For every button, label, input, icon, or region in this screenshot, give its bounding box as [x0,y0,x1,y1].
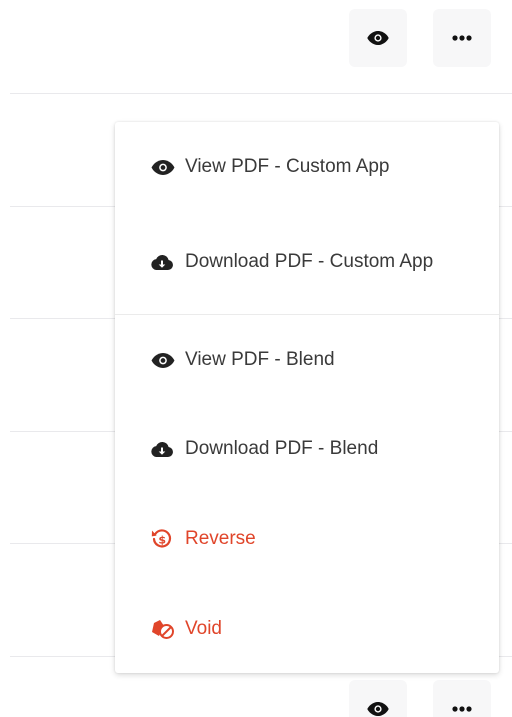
ellipsis-icon [452,706,472,712]
menu-item-label: View PDF - Blend [185,349,335,370]
menu-item-download-pdf-blend[interactable]: Download PDF - Blend [115,426,499,472]
svg-text:$: $ [158,533,166,546]
eye-icon [151,155,185,179]
ellipsis-icon [452,35,472,41]
eye-icon [367,702,389,716]
menu-item-label: Reverse [185,528,256,549]
menu-item-reverse[interactable]: $ Reverse [115,516,499,562]
transactions-page: View PDF - Custom App Download PDF - Cus… [0,0,512,717]
menu-divider [115,314,499,315]
reverse-payment-icon: $ [151,527,185,551]
actions-dropdown-menu: View PDF - Custom App Download PDF - Cus… [115,122,499,673]
cloud-download-icon [151,437,185,461]
view-button[interactable] [349,9,407,67]
eye-icon [367,31,389,45]
menu-item-label: Download PDF - Custom App [185,251,434,272]
menu-item-label: Download PDF - Blend [185,438,379,459]
row-divider [10,93,512,94]
menu-item-view-pdf-blend[interactable]: View PDF - Blend [115,337,499,383]
menu-item-download-pdf-custom-app[interactable]: Download PDF - Custom App [115,232,499,292]
menu-item-label: Void [185,618,222,639]
menu-item-label: View PDF - Custom App [185,156,390,177]
eye-icon [151,348,185,372]
menu-item-view-pdf-custom-app[interactable]: View PDF - Custom App [115,144,499,190]
view-button[interactable] [349,680,407,717]
menu-item-void[interactable]: Void [115,606,499,652]
more-actions-button[interactable] [433,9,491,67]
void-icon [151,617,185,641]
more-actions-button[interactable] [433,680,491,717]
cloud-download-icon [151,250,185,274]
